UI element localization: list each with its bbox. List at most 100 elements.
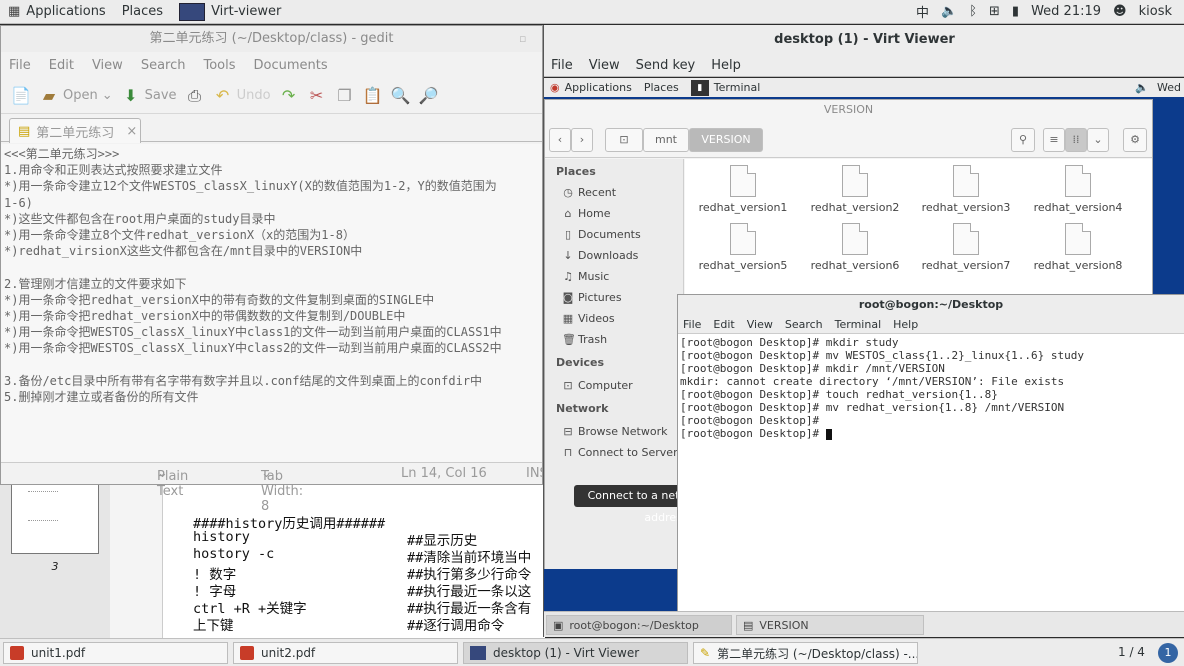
back-button[interactable]: ‹ (549, 128, 571, 152)
sidebar-item-documents[interactable]: ▯ Documents (562, 228, 641, 241)
search-icon[interactable]: 🔍 (391, 86, 411, 106)
home-icon: ⌂ (564, 207, 572, 220)
list-view-button[interactable]: ≡ (1043, 128, 1065, 152)
file-item[interactable]: redhat_version6 (805, 223, 905, 272)
terminal-output[interactable]: [root@bogon Desktop]# mkdir study [root@b… (678, 334, 1184, 440)
search-button[interactable]: ⚲ (1011, 128, 1035, 152)
guest-display[interactable]: ◉ Applications Places ▮ Terminal 🔈 Wed VER… (544, 78, 1184, 637)
vv-menu-file[interactable]: File (551, 58, 573, 73)
sidebar-item-recent[interactable]: ◷ Recent (562, 186, 616, 199)
sidebar-item-browse-network[interactable]: ⊟ Browse Network (562, 425, 667, 438)
server-icon: ⊓ (563, 446, 573, 459)
task-gedit[interactable]: ✎ 第二单元练习 (~/Desktop/class) -... (693, 642, 918, 664)
term-menu-help[interactable]: Help (893, 318, 918, 331)
sidebar-item-pictures[interactable]: ◙ Pictures (562, 291, 622, 304)
settings-button[interactable]: ⚙ (1123, 128, 1147, 152)
terminal-line: mkdir: cannot create directory ‘/mnt/VER… (680, 375, 1065, 388)
text-editor[interactable]: <<<第二单元练习>>> 1.用命令和正则表达式按照要求建立文件 *)用一条命令建立… (1, 144, 542, 462)
app-menu[interactable]: Virt-viewer (171, 2, 289, 21)
file-item[interactable]: redhat_version2 (805, 165, 905, 214)
view-options-button[interactable]: ⌄ (1087, 128, 1109, 152)
workspace-indicator[interactable]: 1 / 4 (1118, 645, 1145, 659)
print-icon[interactable]: ⎙ (185, 86, 205, 106)
menu-view[interactable]: View (92, 58, 123, 73)
clock[interactable]: Wed 21:19 (1031, 4, 1101, 19)
drive-icon: ⊡ (563, 379, 573, 392)
task-virt-viewer[interactable]: desktop (1) - Virt Viewer (463, 642, 688, 664)
sidebar-item-connect-to-server[interactable]: ⊓ Connect to Server (562, 446, 678, 459)
sidebar-item-home[interactable]: ⌂ Home (562, 207, 611, 220)
copy-icon[interactable]: ❐ (335, 86, 355, 106)
term-menu-edit[interactable]: Edit (713, 318, 734, 331)
search-replace-icon[interactable]: 🔎 (419, 86, 439, 106)
open-button[interactable]: ▰ Open ⌄ (39, 86, 113, 106)
vv-menu-view[interactable]: View (589, 58, 620, 73)
undo-button[interactable]: ↶ Undo (213, 86, 271, 106)
term-menu-search[interactable]: Search (785, 318, 823, 331)
file-item[interactable]: redhat_version4 (1028, 165, 1128, 214)
path-mnt-button[interactable]: mnt (643, 128, 689, 152)
task-unit1-pdf[interactable]: unit1.pdf (3, 642, 228, 664)
guest-places-menu[interactable]: Places (638, 81, 685, 94)
guest-task-files[interactable]: ▤ VERSION (736, 615, 924, 635)
notification-icon[interactable]: 1 (1158, 643, 1178, 663)
guest-task-terminal[interactable]: ▣ root@bogon:~/Desktop (546, 615, 732, 635)
user-icon[interactable]: ☻ (1113, 5, 1127, 18)
file-item[interactable]: redhat_version5 (693, 223, 793, 272)
menu-search[interactable]: Search (141, 58, 186, 73)
new-document-icon[interactable]: 📄 (11, 86, 31, 106)
menu-documents[interactable]: Documents (254, 58, 328, 73)
cut-icon[interactable]: ✂ (307, 86, 327, 106)
film-icon: ▦ (562, 312, 574, 325)
terminal-line: [root@bogon Desktop]# mv WESTOS_class{1.… (680, 349, 1084, 362)
tab-document[interactable]: ▤ 第二单元练习 × (9, 118, 141, 143)
file-icon (730, 223, 756, 255)
vv-menu-help[interactable]: Help (711, 58, 741, 73)
term-menu-file[interactable]: File (683, 318, 701, 331)
close-icon[interactable]: × (126, 125, 137, 138)
guest-app-menu[interactable]: ▮ Terminal (685, 79, 767, 96)
language-selector[interactable]: Plain Text ⌄ (157, 466, 188, 499)
battery-icon[interactable]: ▮ (1012, 5, 1019, 18)
places-menu[interactable]: Places (114, 4, 171, 19)
term-menu-terminal[interactable]: Terminal (835, 318, 882, 331)
sidebar-item-computer[interactable]: ⊡ Computer (562, 379, 632, 392)
paste-icon[interactable]: 📋 (363, 86, 383, 106)
term-menu-view[interactable]: View (747, 318, 773, 331)
bluetooth-icon[interactable]: ᛒ (969, 5, 977, 18)
network-icon[interactable]: ⊞ (989, 5, 1000, 18)
sidebar-item-music[interactable]: ♫ Music (562, 270, 609, 283)
file-item[interactable]: redhat_version1 (693, 165, 793, 214)
tab-width-selector[interactable]: Tab Width: 8 ⌄ (261, 466, 303, 514)
menu-edit[interactable]: Edit (49, 58, 74, 73)
save-button[interactable]: ⬇ Save (121, 86, 177, 106)
menu-file[interactable]: File (9, 58, 31, 73)
forward-button[interactable]: › (571, 128, 593, 152)
input-method-indicator[interactable]: 中 (916, 2, 929, 21)
sidebar-item-downloads[interactable]: ↓ Downloads (562, 249, 638, 262)
task-unit2-pdf[interactable]: unit2.pdf (233, 642, 458, 664)
clock-icon: ◷ (563, 186, 573, 199)
sidebar-item-trash[interactable]: 🗑 Trash (562, 333, 607, 346)
grid-view-button[interactable]: ⁞⁞ (1065, 128, 1087, 152)
volume-icon[interactable]: 🔈 (941, 5, 957, 18)
vv-menu-send-key[interactable]: Send key (636, 58, 696, 73)
page-thumbnail[interactable] (11, 482, 99, 554)
file-item[interactable]: redhat_version3 (916, 165, 1016, 214)
user-menu[interactable]: kiosk (1139, 4, 1172, 19)
path-version-button[interactable]: VERSION (689, 128, 763, 152)
file-item[interactable]: redhat_version8 (1028, 223, 1128, 272)
maximize-icon[interactable]: ▫ (519, 32, 526, 45)
guest-clock[interactable]: Wed (1157, 81, 1181, 94)
sidebar-item-videos[interactable]: ▦ Videos (562, 312, 615, 325)
editor-line: 3.备份/etc目录中所有带有名字带有数字并且以.conf结尾的文件到桌面上的c… (4, 373, 483, 388)
redo-icon[interactable]: ↷ (279, 86, 299, 106)
guest-applications-menu[interactable]: ◉ Applications (544, 81, 638, 94)
volume-icon[interactable]: 🔈 (1135, 82, 1149, 93)
applications-menu[interactable]: ▦ Applications (0, 4, 114, 19)
path-root-button[interactable]: ⊡ (605, 128, 643, 152)
menu-tools[interactable]: Tools (203, 58, 235, 73)
pdf-icon (10, 646, 24, 660)
file-item[interactable]: redhat_version7 (916, 223, 1016, 272)
